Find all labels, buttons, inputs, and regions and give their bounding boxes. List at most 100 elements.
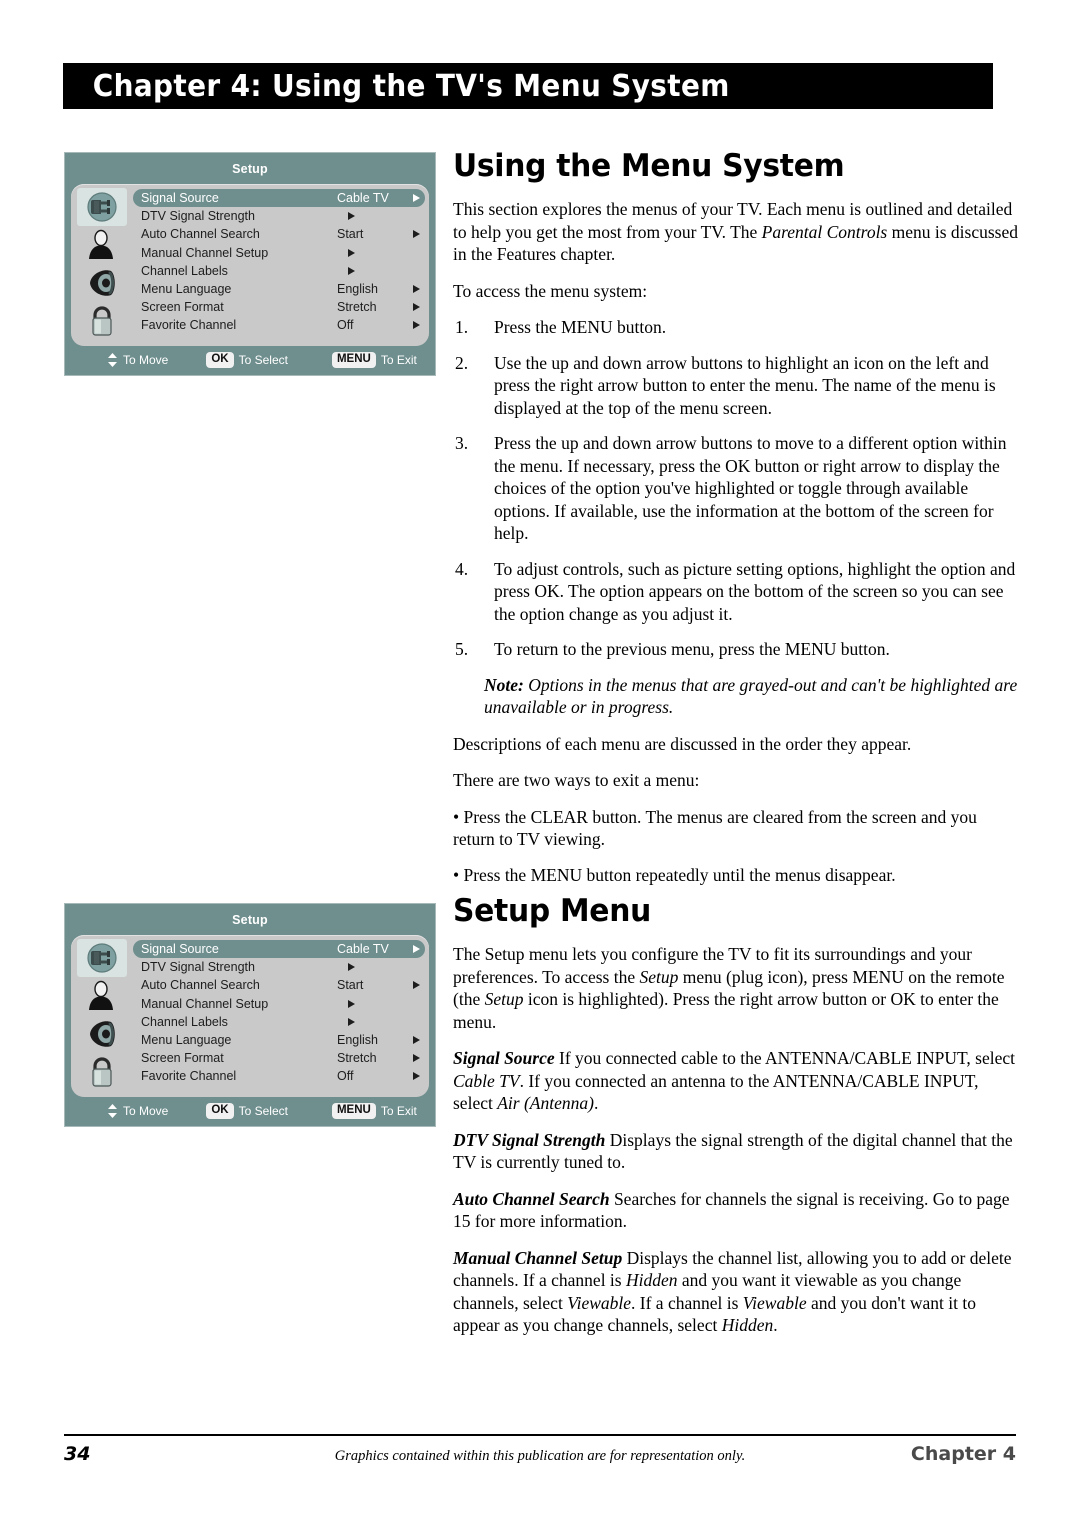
note-paragraph: Note: Options in the menus that are gray… xyxy=(453,674,1021,719)
chapter-banner: Chapter 4: Using the TV's Menu System xyxy=(63,63,993,109)
note-text: Options in the menus that are grayed-out… xyxy=(484,674,1018,718)
intro-paragraph: This section explores the menus of your … xyxy=(453,198,1021,266)
tv-menu-row-screen-format[interactable]: Screen Format Stretch xyxy=(133,298,425,316)
help-exit-label: To Exit xyxy=(380,1104,417,1119)
up-down-arrows-icon xyxy=(107,1104,118,1119)
tv-setup-menu-graphic-top: Setup Signal Source Cable TV DTV Signal … xyxy=(64,152,436,377)
row-label: Screen Format xyxy=(141,300,224,315)
chevron-right-icon xyxy=(413,230,420,239)
list-number: 2. xyxy=(455,352,469,373)
row-label: DTV Signal Strength xyxy=(141,960,255,975)
list-text: To adjust controls, such as picture sett… xyxy=(494,558,1016,624)
help-exit-label: To Exit xyxy=(380,353,417,368)
tv-menu-help-bar: To Move OK To Select MENU To Exit xyxy=(65,1097,435,1126)
row-label: Channel Labels xyxy=(141,263,228,278)
chevron-right-icon xyxy=(413,1054,420,1063)
tv-menu-row-channel-labels[interactable]: Channel Labels xyxy=(133,1013,425,1031)
chevron-right-icon xyxy=(413,945,420,954)
signal-source-text-c: . xyxy=(593,1093,599,1113)
list-item: 5. To return to the previous menu, press… xyxy=(453,638,1021,661)
manual-text-e: . xyxy=(773,1315,778,1335)
row-value: Stretch xyxy=(337,300,377,315)
tv-menu-option-list: Signal Source Cable TV DTV Signal Streng… xyxy=(133,940,425,1086)
row-label: Favorite Channel xyxy=(141,1069,237,1084)
tv-menu-row-favorite-channel[interactable]: Favorite Channel Off xyxy=(133,1067,425,1085)
person-icon[interactable] xyxy=(77,977,127,1015)
tv-menu-row-manual-channel-setup[interactable]: Manual Channel Setup xyxy=(133,244,425,262)
tv-menu-title: Setup xyxy=(232,913,268,927)
list-number: 1. xyxy=(455,317,469,337)
tv-menu-row-channel-labels[interactable]: Channel Labels xyxy=(133,262,425,280)
chevron-right-icon xyxy=(348,999,355,1008)
chevron-right-icon xyxy=(413,981,420,990)
row-value: Start xyxy=(337,978,364,993)
signal-source-italic-2: Air (Antenna) xyxy=(497,1093,594,1113)
tv-menu-row-favorite-channel[interactable]: Favorite Channel Off xyxy=(133,316,425,334)
list-item: 1. Press the MENU button. xyxy=(453,316,1021,339)
list-item: 2. Use the up and down arrow buttons to … xyxy=(453,352,1021,420)
tv-menu-row-signal-source[interactable]: Signal Source Cable TV xyxy=(133,189,425,208)
tv-menu-row-menu-language[interactable]: Menu Language English xyxy=(133,280,425,298)
row-value: Start xyxy=(337,227,364,242)
tv-menu-row-dtv-signal-strength[interactable]: DTV Signal Strength xyxy=(133,207,425,225)
list-number: 4. xyxy=(455,558,469,579)
tv-menu-row-manual-channel-setup[interactable]: Manual Channel Setup xyxy=(133,995,425,1013)
chevron-right-icon xyxy=(348,1017,355,1026)
menu-key-icon[interactable]: MENU xyxy=(331,1103,376,1120)
list-text: Press the MENU button. xyxy=(494,317,667,337)
ok-key-icon[interactable]: OK xyxy=(206,352,234,369)
setup-italic-2: Setup xyxy=(484,989,524,1009)
manual-italic-2: Viewable xyxy=(567,1292,632,1313)
descriptions-line: Descriptions of each menu are discussed … xyxy=(453,733,912,754)
tv-menu-row-dtv-signal-strength[interactable]: DTV Signal Strength xyxy=(133,958,425,976)
page-title-using-menu-system: Using the Menu System xyxy=(453,148,845,184)
chevron-right-icon xyxy=(348,212,355,221)
bullet-item-menu: • Press the MENU button repeatedly until… xyxy=(453,864,896,885)
footer-chapter-label: Chapter 4 xyxy=(910,1443,1016,1465)
speaker-icon[interactable] xyxy=(77,264,127,302)
note-label: Note: xyxy=(484,674,524,695)
dtv-signal-strength-paragraph: DTV Signal Strength Displays the signal … xyxy=(453,1129,1021,1174)
tv-menu-option-list: Signal Source Cable TV DTV Signal Streng… xyxy=(133,189,425,335)
padlock-icon[interactable] xyxy=(77,302,127,340)
chevron-right-icon xyxy=(413,303,420,312)
tv-menu-row-screen-format[interactable]: Screen Format Stretch xyxy=(133,1049,425,1067)
section-using-the-menu-system: Using the Menu System This section explo… xyxy=(453,148,1021,899)
tv-menu-row-signal-source[interactable]: Signal Source Cable TV xyxy=(133,940,425,959)
ok-key-icon[interactable]: OK xyxy=(206,1103,234,1120)
speaker-icon[interactable] xyxy=(77,1015,127,1053)
page-title-setup-menu: Setup Menu xyxy=(453,893,651,929)
row-label: DTV Signal Strength xyxy=(141,209,255,224)
manual-italic-1: Hidden xyxy=(625,1270,678,1290)
tv-menu-row-menu-language[interactable]: Menu Language English xyxy=(133,1031,425,1049)
plug-icon[interactable] xyxy=(77,188,127,226)
plug-icon[interactable] xyxy=(77,939,127,977)
chevron-right-icon xyxy=(413,1036,420,1045)
row-value: English xyxy=(337,282,378,297)
tv-menu-row-auto-channel-search[interactable]: Auto Channel Search Start xyxy=(133,976,425,994)
row-value: English xyxy=(337,1033,378,1048)
chevron-right-icon xyxy=(348,266,355,275)
row-label: Auto Channel Search xyxy=(141,227,260,242)
chevron-right-icon xyxy=(413,285,420,294)
footer-divider xyxy=(64,1434,1016,1436)
page-footer: 34 Graphics contained within this public… xyxy=(64,1443,1016,1465)
list-number: 5. xyxy=(455,639,469,659)
setup-italic-1: Setup xyxy=(639,966,679,987)
row-label: Signal Source xyxy=(141,942,219,957)
setup-text-c: icon is highlighted). Press the right ar… xyxy=(453,989,999,1032)
row-label: Manual Channel Setup xyxy=(141,245,269,260)
list-item: 3. Press the up and down arrow buttons t… xyxy=(453,432,1021,545)
signal-source-paragraph: Signal Source If you connected cable to … xyxy=(453,1047,1021,1115)
page-number: 34 xyxy=(64,1443,91,1465)
chevron-right-icon xyxy=(413,1072,420,1081)
tv-menu-body: Signal Source Cable TV DTV Signal Streng… xyxy=(71,184,429,346)
row-value: Off xyxy=(337,318,354,333)
signal-source-italic-1: Cable TV xyxy=(453,1070,520,1091)
tv-menu-row-auto-channel-search[interactable]: Auto Channel Search Start xyxy=(133,225,425,243)
intro-italic-parental-controls: Parental Controls xyxy=(761,221,888,242)
menu-key-icon[interactable]: MENU xyxy=(331,352,376,369)
padlock-icon[interactable] xyxy=(77,1053,127,1091)
setup-intro-paragraph: The Setup menu lets you configure the TV… xyxy=(453,943,1021,1033)
person-icon[interactable] xyxy=(77,226,127,264)
